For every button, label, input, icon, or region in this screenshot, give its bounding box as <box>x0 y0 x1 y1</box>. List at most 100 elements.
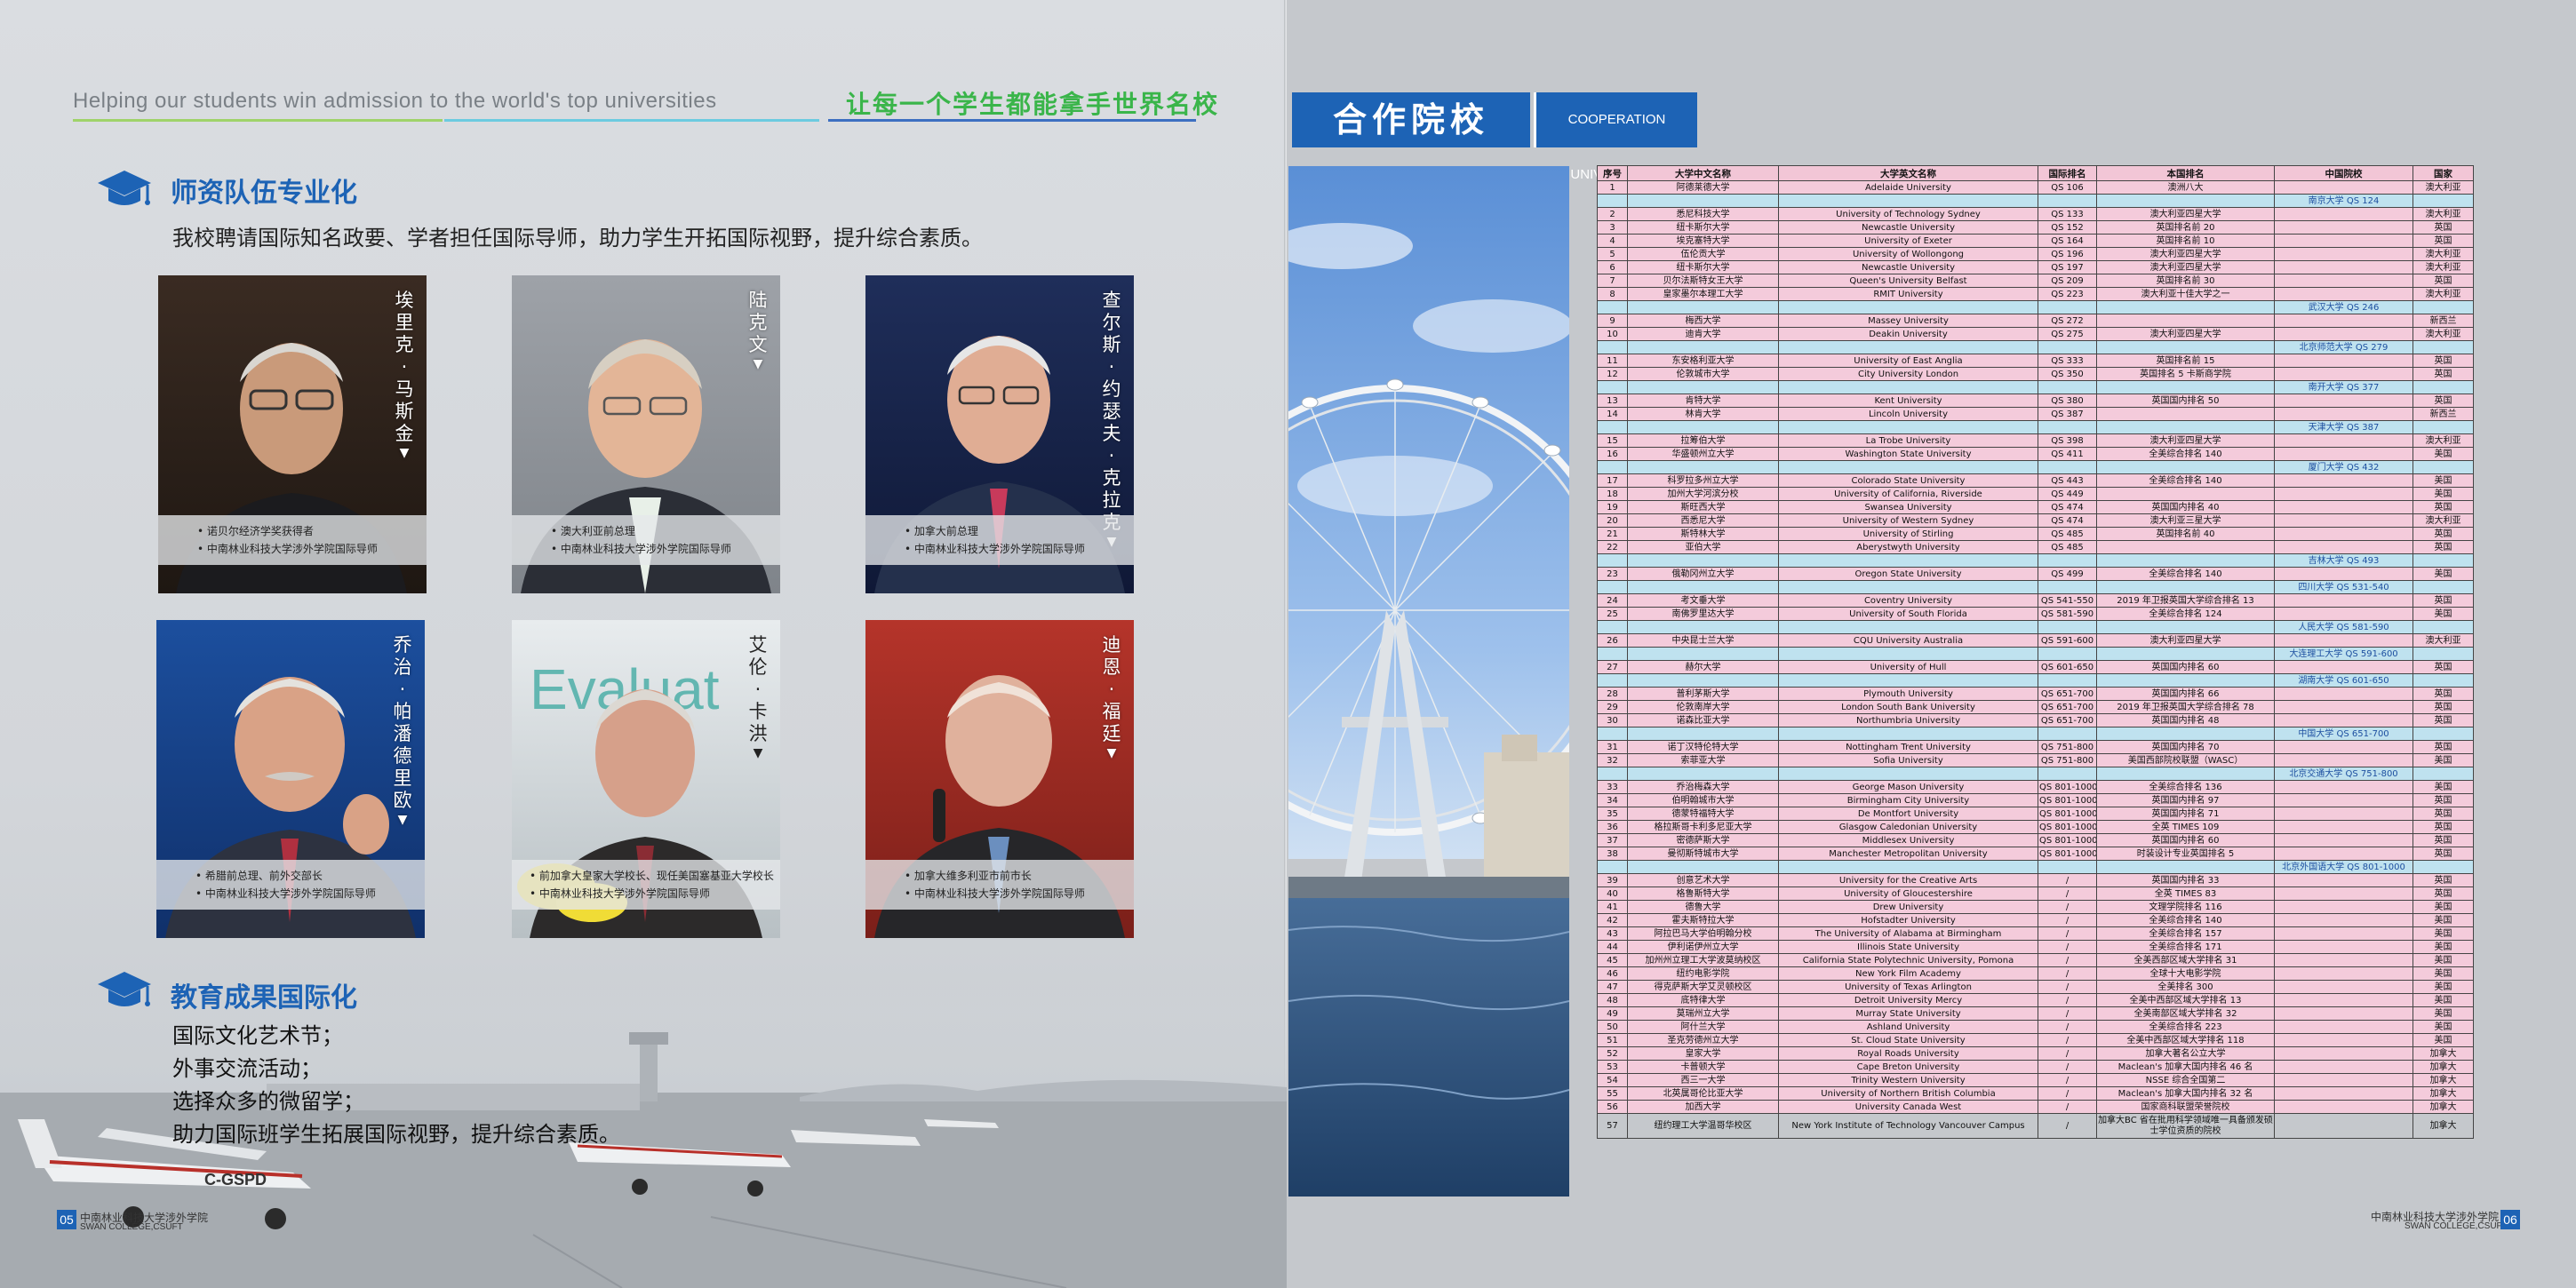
china-school-cell: 南京大学 QS 124 <box>2274 194 2413 208</box>
table-cell <box>2413 340 2474 354</box>
table-cell <box>2274 394 2413 408</box>
table-cell: 加拿大 <box>2413 1100 2474 1114</box>
table-cell: QS 801-1000 <box>2038 780 2097 794</box>
table-cell: QS 387 <box>2038 407 2097 421</box>
table-cell <box>2038 300 2097 314</box>
table-cell: 全美综合排名 140 <box>2096 473 2275 488</box>
table-cell: 美国 <box>2413 940 2474 954</box>
table-cell: 加拿大 <box>2413 1113 2474 1139</box>
achievement-item: 选择众多的微留学； <box>172 1089 364 1114</box>
table-cell: 普利茅斯大学 <box>1627 687 1779 701</box>
table-cell: 加拿大 <box>2413 1073 2474 1087</box>
table-cell: 美国 <box>2413 913 2474 927</box>
table-row: 20 西悉尼大学 University of Western Sydney QS 47… <box>1597 513 2474 528</box>
triangle-down-icon: ▼ <box>1106 746 1117 760</box>
table-cell: 圣克劳德州立大学 <box>1627 1033 1779 1047</box>
table-row: 35 德蒙特福特大学 De Montfort University QS 801-10… <box>1597 807 2474 821</box>
table-cell: QS 380 <box>2038 394 2097 408</box>
table-cell <box>1597 580 1628 594</box>
col-header-country: 国家 <box>2413 165 2474 181</box>
table-cell <box>2096 727 2275 741</box>
table-cell: 加拿大BC 省在批用科学领域唯一具备颁发硕士学位资质的院校 <box>2096 1113 2275 1139</box>
table-row: 8 皇家墨尔本理工大学 RMIT University QS 223 澳大利亚十佳大学之… <box>1597 287 2474 301</box>
china-school-row: 南京大学 QS 124 <box>1597 194 2474 208</box>
table-cell <box>2274 287 2413 301</box>
table-cell: 18 <box>1597 487 1628 501</box>
table-row: 12 伦敦城市大学 City University London QS 350 英国排名… <box>1597 367 2474 381</box>
achievement-item: 外事交流活动； <box>172 1056 322 1081</box>
table-cell: QS 801-1000 <box>2038 833 2097 847</box>
table-cell: QS 801-1000 <box>2038 807 2097 821</box>
table-cell <box>2413 727 2474 741</box>
table-cell: 英国排名 5 卡斯商学院 <box>2096 367 2275 381</box>
table-cell <box>2096 314 2275 328</box>
table-cell: 4 <box>1597 234 1628 248</box>
table-cell <box>1597 340 1628 354</box>
table-cell: 英国排名前 20 <box>2096 220 2275 235</box>
table-row: 57 纽约理工大学温哥华校区 New York Institute of Techn… <box>1597 1113 2474 1139</box>
table-cell: 英国 <box>2413 820 2474 834</box>
table-row: 42 霍夫斯特拉大学 Hofstadter University / 全美综合排名 14… <box>1597 913 2474 927</box>
table-cell: 28 <box>1597 687 1628 701</box>
table-cell: QS 398 <box>2038 433 2097 448</box>
mentor-card-6: 迪恩·福廷 ▼ • 加拿大维多利亚市前市长 • 中南林业科技大学涉外学院国际导师 <box>865 620 1134 938</box>
table-cell: 16 <box>1597 447 1628 461</box>
plane-registration: C-GSPD <box>204 1171 267 1189</box>
table-cell: 15 <box>1597 433 1628 448</box>
table-cell: 国家商科联盟荣誉院校 <box>2096 1100 2275 1114</box>
table-cell <box>1627 460 1779 474</box>
table-cell: 悉尼科技大学 <box>1627 207 1779 221</box>
table-cell <box>1778 767 2038 781</box>
table-cell <box>2274 234 2413 248</box>
table-cell: 英国国内排名 33 <box>2096 873 2275 887</box>
table-cell: De Montfort University <box>1778 807 2038 821</box>
table-cell <box>2274 820 2413 834</box>
table-cell: 美国 <box>2413 966 2474 981</box>
table-cell: 澳大利亚 <box>2413 247 2474 261</box>
table-cell: California State Polytechnic University,… <box>1778 953 2038 967</box>
table-cell <box>1778 727 2038 741</box>
table-cell: Aberystwyth University <box>1778 540 2038 554</box>
table-row: 40 格鲁斯特大学 University of Gloucestershire / 全英… <box>1597 886 2474 901</box>
table-cell: 54 <box>1597 1073 1628 1087</box>
table-cell: 1 <box>1597 180 1628 195</box>
table-cell <box>1597 380 1628 394</box>
table-cell: 全美西部区域大学排名 31 <box>2096 953 2275 967</box>
table-cell: / <box>2038 900 2097 914</box>
table-row: 28 普利茅斯大学 Plymouth University QS 651-700 英国国… <box>1597 687 2474 701</box>
mentor-name-1: 埃里克·马斯金 ▼ <box>395 290 414 460</box>
table-cell: Lincoln University <box>1778 407 2038 421</box>
table-cell: 英国国内排名 40 <box>2096 500 2275 514</box>
table-cell <box>2274 1073 2413 1087</box>
table-cell <box>2038 727 2097 741</box>
table-cell: 新西兰 <box>2413 314 2474 328</box>
table-cell <box>1597 300 1628 314</box>
table-cell: 南佛罗里达大学 <box>1627 607 1779 621</box>
table-cell <box>1778 194 2038 208</box>
table-cell: 27 <box>1597 660 1628 674</box>
table-cell: / <box>2038 966 2097 981</box>
table-cell <box>2274 407 2413 421</box>
table-cell <box>2274 940 2413 954</box>
table-cell: 英国 <box>2413 687 2474 701</box>
mentor-caption-3: • 加拿大前总理 • 中南林业科技大学涉外学院国际导师 <box>865 515 1134 565</box>
table-cell: 38 <box>1597 847 1628 861</box>
table-row: 24 考文垂大学 Coventry University QS 541-550 2019… <box>1597 593 2474 608</box>
table-cell <box>2274 740 2413 754</box>
table-row: 32 索菲亚大学 Sofia University QS 751-800 美国西部院校联… <box>1597 753 2474 767</box>
table-cell <box>1778 300 2038 314</box>
table-cell: QS 350 <box>2038 367 2097 381</box>
table-cell: 华盛顿州立大学 <box>1627 447 1779 461</box>
table-cell: 时装设计专业英国排名 5 <box>2096 847 2275 861</box>
table-cell: 55 <box>1597 1086 1628 1101</box>
table-cell: 50 <box>1597 1020 1628 1034</box>
section-title-achievements: 教育成果国际化 <box>171 982 357 1014</box>
china-school-cell: 四川大学 QS 531-540 <box>2274 580 2413 594</box>
table-cell: 英国 <box>2413 873 2474 887</box>
table-cell: 澳大利亚 <box>2413 180 2474 195</box>
table-cell: 拉筹伯大学 <box>1627 433 1779 448</box>
table-cell <box>2096 487 2275 501</box>
table-cell: 49 <box>1597 1006 1628 1021</box>
col-header-name-en: 大学英文名称 <box>1778 165 2038 181</box>
tagline-cn: 让每一个学生都能拿手世界名校 <box>846 90 1220 119</box>
